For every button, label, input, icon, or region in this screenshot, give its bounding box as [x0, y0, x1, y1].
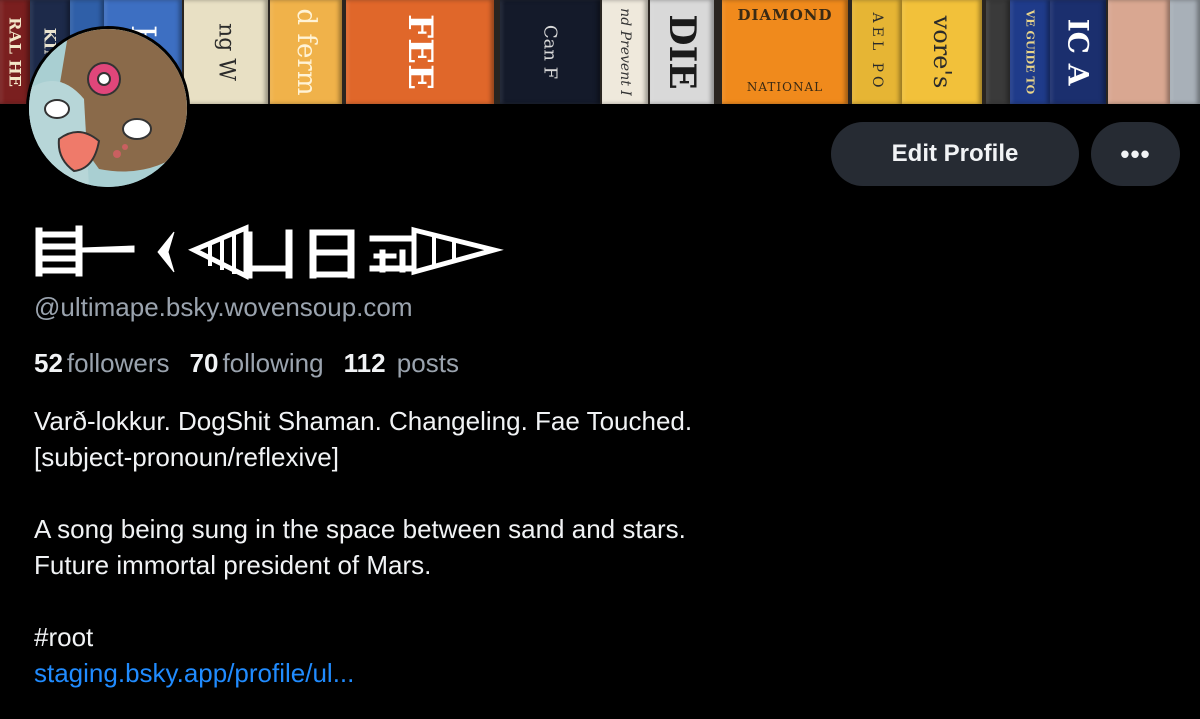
book-spine: Can F	[500, 0, 600, 104]
book-spine: VE GUIDE TO	[1010, 0, 1050, 104]
book-spine: DIE	[650, 0, 714, 104]
book-spine: FEE	[346, 0, 494, 104]
more-options-icon: •••	[1120, 138, 1151, 169]
posts-stat: 112 posts	[344, 348, 459, 379]
profile-stats: 52 followers 70 following 112 posts	[34, 348, 459, 379]
following-label: following	[222, 348, 324, 378]
avatar[interactable]	[26, 26, 190, 190]
book-spine: vore's	[902, 0, 982, 104]
display-name-glyphs	[35, 224, 504, 281]
bio-link[interactable]: staging.bsky.app/profile/ul...	[34, 655, 692, 691]
book-spine: ng W	[184, 0, 268, 104]
book-spine	[986, 0, 1010, 104]
book-spine: d ferm	[270, 0, 342, 104]
following-stat[interactable]: 70 following	[190, 348, 324, 379]
book-spine: AEL PO	[852, 0, 902, 104]
book-spine: IC A	[1050, 0, 1106, 104]
followers-stat[interactable]: 52 followers	[34, 348, 170, 379]
bio-line: Varð-lokkur. DogShit Shaman. Changeling.…	[34, 406, 693, 436]
more-options-button[interactable]: •••	[1091, 122, 1180, 186]
profile-bio: Varð-lokkur. DogShit Shaman. Changeling.…	[34, 403, 692, 691]
book-spine	[1108, 0, 1170, 104]
book-spine: DIAMOND NATIONAL	[722, 0, 848, 104]
book-spine	[1170, 0, 1200, 104]
followers-label: followers	[66, 348, 170, 378]
edit-profile-button[interactable]: Edit Profile	[831, 122, 1079, 186]
following-count: 70	[189, 348, 219, 378]
book-spine: RAL HE	[0, 0, 30, 104]
book-spine: nd Prevent I	[602, 0, 648, 104]
profile-handle: @ultimape.bsky.wovensoup.com	[34, 292, 413, 322]
bio-line: [subject-pronoun/reflexive]	[34, 442, 339, 472]
bio-line: Future immortal president of Mars.	[34, 550, 432, 580]
posts-label: posts	[396, 348, 459, 378]
bio-line: A song being sung in the space between s…	[34, 514, 686, 544]
bio-hashtag[interactable]: #root	[34, 619, 692, 655]
edit-profile-label: Edit Profile	[891, 140, 1019, 167]
avatar-image	[29, 29, 187, 187]
posts-count: 112	[343, 348, 386, 378]
followers-count: 52	[34, 348, 63, 378]
